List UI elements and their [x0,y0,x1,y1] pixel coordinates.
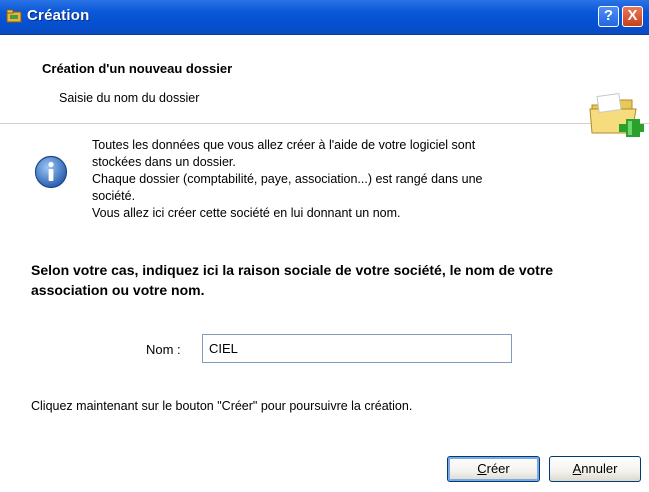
info-icon [34,155,68,189]
info-line: Vous allez ici créer cette société en lu… [92,206,401,220]
info-line: société. [92,189,136,203]
app-icon [6,9,22,23]
cancel-button[interactable]: Annuler [549,456,641,482]
folder-add-icon [589,92,644,137]
name-label: Nom : [146,342,181,357]
info-text: Toutes les données que vous allez créer … [92,137,612,222]
info-line: Toutes les données que vous allez créer … [92,138,476,152]
help-button[interactable]: ? [598,6,619,27]
create-button[interactable]: Créer [447,456,540,482]
info-line: Chaque dossier (comptabilité, paye, asso… [92,172,483,186]
header-subtitle: Saisie du nom du dossier [59,91,200,105]
create-button-label: réer [486,461,510,476]
window-title: Création [27,7,90,24]
header-title: Création d'un nouveau dossier [42,61,233,76]
wizard-header: Création d'un nouveau dossier Saisie du … [0,35,649,137]
close-button[interactable]: X [622,6,643,27]
info-line: stockées dans un dossier. [92,155,236,169]
cancel-button-label: nnuler [581,461,618,476]
cancel-button-mnemonic: A [572,461,582,476]
instruction-heading: Selon votre cas, indiquez ici la raison … [31,262,554,298]
create-button-mnemonic: C [477,461,487,476]
continue-instruction: Cliquez maintenant sur le bouton "Créer"… [31,399,413,413]
title-bar[interactable]: Création ? X [0,0,649,35]
name-input[interactable] [202,334,512,363]
